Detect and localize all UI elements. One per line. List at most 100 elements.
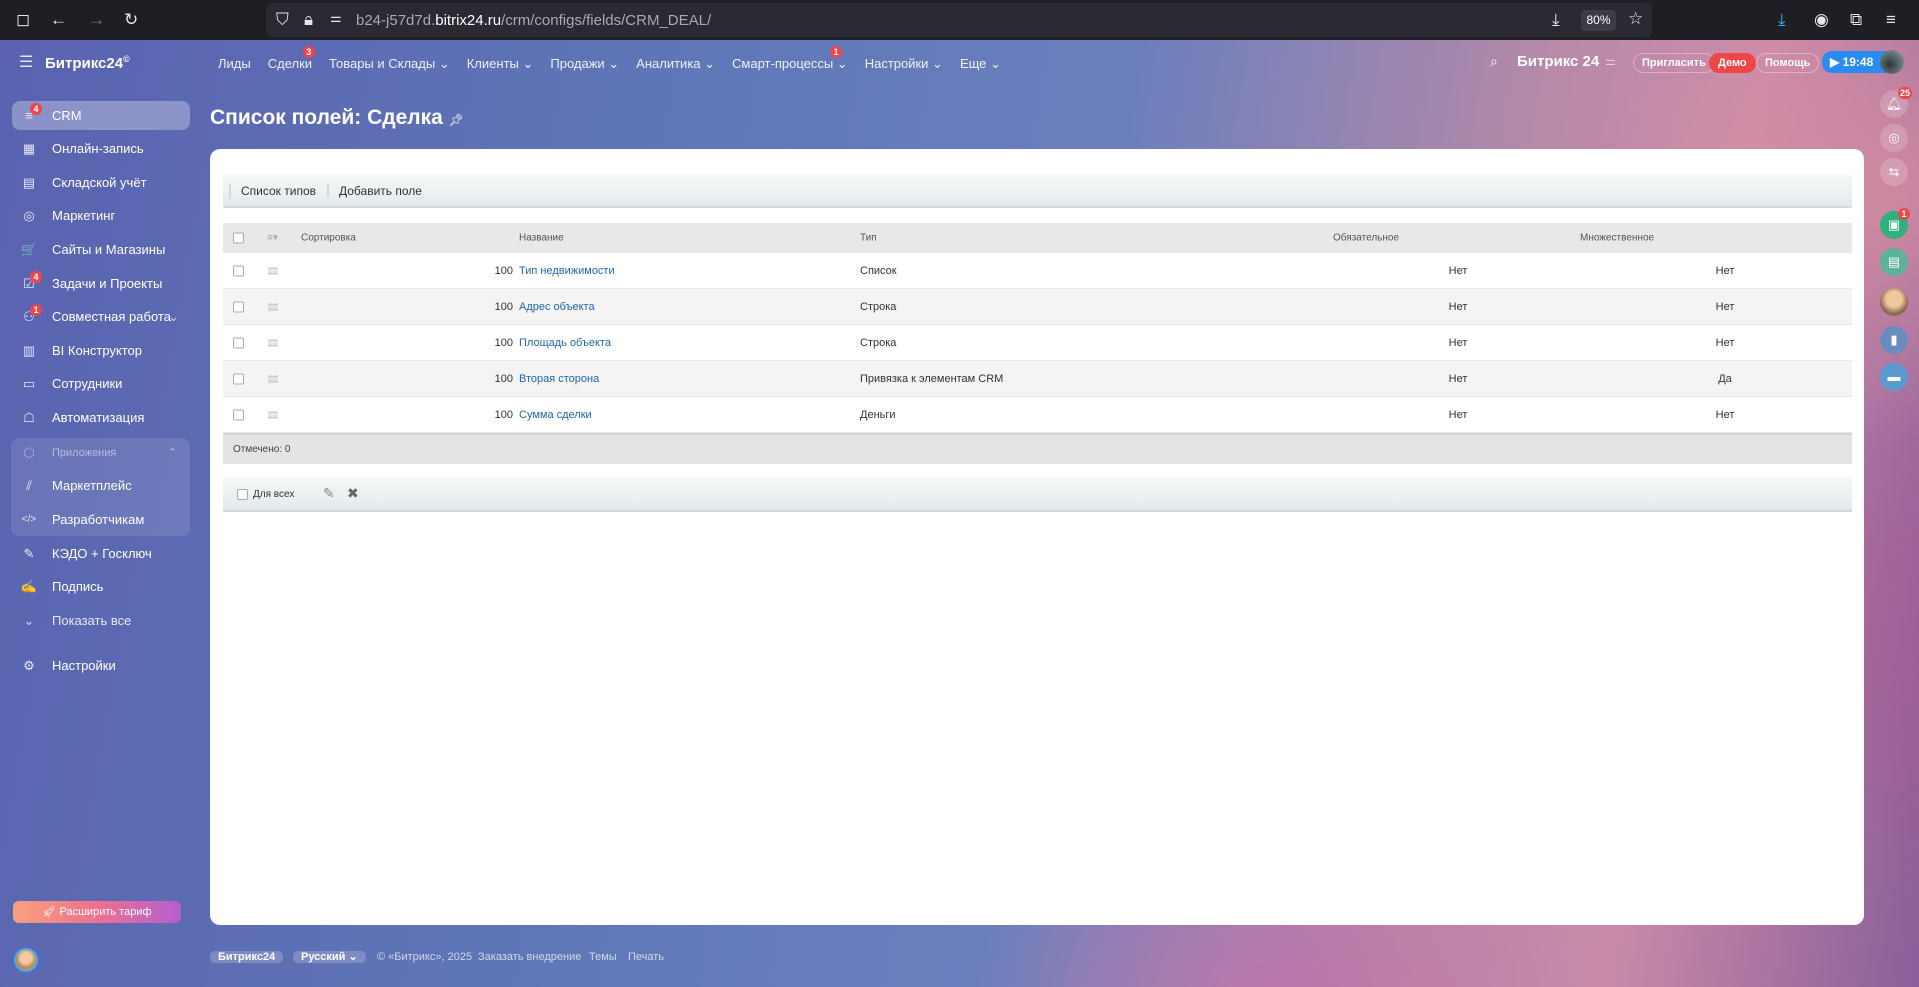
edit-pencil-icon[interactable]: ✎ <box>323 485 335 502</box>
field-name-link[interactable]: Вторая сторона <box>519 373 599 385</box>
sidebar-item-booking[interactable]: ▦ Онлайн-запись <box>12 134 190 163</box>
activity-icon[interactable]: ◎ <box>1880 124 1908 152</box>
chat-switch-icon[interactable]: ⇆ <box>1880 158 1908 186</box>
order-implementation-link[interactable]: Заказать внедрение <box>478 945 581 969</box>
table-row[interactable]: 100 Тип недвижимости Список Нет Нет <box>223 253 1852 289</box>
column-settings-icon[interactable]: ≡▾ <box>267 233 278 244</box>
row-checkbox[interactable] <box>233 301 244 312</box>
drag-handle-icon[interactable] <box>268 267 278 274</box>
sidebar-item-sites[interactable]: 🛒 Сайты и Магазины <box>12 235 190 264</box>
tabs-icon[interactable]: ◻ <box>16 10 30 30</box>
language-select[interactable]: Русский ⌄ <box>293 945 366 969</box>
nav-smart-processes[interactable]: Смарт-процессы ⌄ 1 <box>732 46 848 72</box>
settings-sliders-icon[interactable]: ⚌ <box>1605 54 1616 68</box>
nav-leads[interactable]: Лиды <box>218 56 251 72</box>
news-icon[interactable]: ▤ <box>1880 248 1908 276</box>
help-button[interactable]: Помощь <box>1756 53 1820 73</box>
sidebar-item-sign[interactable]: ✍ Подпись <box>12 572 190 601</box>
downloads-icon[interactable]: ⤓ <box>1778 10 1786 30</box>
row-checkbox[interactable] <box>233 265 244 276</box>
apps-group-header[interactable]: ⬡ Приложения ⌃ <box>12 438 190 467</box>
extensions-icon[interactable]: ⧉ <box>1850 10 1862 30</box>
drag-handle-icon[interactable] <box>268 339 278 346</box>
nav-analytics[interactable]: Аналитика ⌄ <box>636 56 715 72</box>
sidebar-show-all[interactable]: ⌄ Показать все <box>12 606 190 635</box>
logo[interactable]: Битрикс24© <box>45 54 130 72</box>
sidebar-item-collab[interactable]: ⚇ Совместная работа 1 ⌄ <box>12 302 190 331</box>
search-icon[interactable]: ⌕ <box>1490 53 1498 70</box>
field-name-link[interactable]: Адрес объекта <box>519 301 595 313</box>
sidebar-item-crm[interactable]: ≡ CRM 4 <box>12 101 190 130</box>
pin-icon[interactable]: 📌︎ <box>449 113 464 127</box>
sort-value: 100 <box>494 372 513 385</box>
demo-button[interactable]: Демо <box>1709 53 1756 73</box>
field-name-link[interactable]: Площадь объекта <box>519 337 611 349</box>
table-row[interactable]: 100 Площадь объекта Строка Нет Нет <box>223 325 1852 361</box>
sidebar-item-marketing[interactable]: ◎ Маркетинг <box>12 201 190 230</box>
row-checkbox[interactable] <box>233 409 244 420</box>
header-name[interactable]: Название <box>519 233 564 244</box>
profile-avatar[interactable] <box>14 948 38 972</box>
themes-link[interactable]: Темы <box>589 945 617 969</box>
contacts-icon[interactable]: ▣ 1 <box>1880 208 1910 239</box>
header-required[interactable]: Обязательное <box>1333 233 1399 244</box>
add-field-button[interactable]: Добавить поле <box>327 184 422 198</box>
fields-table: ≡▾ Сортировка Название Тип Обязательное … <box>223 223 1852 464</box>
forward-icon[interactable]: → <box>88 10 105 30</box>
table-row[interactable]: 100 Вторая сторона Привязка к элементам … <box>223 361 1852 397</box>
save-page-icon[interactable]: ⤓ <box>1552 10 1560 30</box>
messages-icon[interactable]: ▬ <box>1880 363 1908 391</box>
user-avatar[interactable] <box>1880 50 1904 74</box>
zoom-level[interactable]: 80% <box>1581 10 1616 31</box>
table-row[interactable]: 100 Сумма сделки Деньги Нет Нет <box>223 397 1852 433</box>
upgrade-plan-button[interactable]: 🚀︎ Расширить тариф <box>13 901 181 923</box>
nav-more[interactable]: Еще ⌄ <box>960 56 1001 72</box>
nav-sales[interactable]: Продажи ⌄ <box>550 56 619 72</box>
sidebar-item-automation[interactable]: ☖ Автоматизация <box>12 403 190 432</box>
delete-icon[interactable]: ✖ <box>347 485 359 502</box>
types-list-button[interactable]: Список типов <box>229 184 316 198</box>
sidebar-item-developers[interactable]: </> Разработчикам <box>12 505 190 534</box>
bookmark-star-icon[interactable]: ☆ <box>1628 9 1643 29</box>
nav-settings[interactable]: Настройки ⌄ <box>865 56 943 72</box>
field-name-link[interactable]: Сумма сделки <box>519 409 592 421</box>
drag-handle-icon[interactable] <box>268 375 278 382</box>
drag-handle-icon[interactable] <box>268 411 278 418</box>
for-all-checkbox[interactable] <box>237 489 248 500</box>
bookmark-icon[interactable]: ▮ <box>1880 326 1908 354</box>
reload-icon[interactable]: ↻ <box>124 10 138 30</box>
header-sort[interactable]: Сортировка <box>301 233 356 244</box>
back-icon[interactable]: ← <box>50 10 67 30</box>
user-chat-avatar[interactable] <box>1880 288 1908 316</box>
drag-handle-icon[interactable] <box>268 303 278 310</box>
permissions-icon[interactable]: ⚌ <box>330 10 342 26</box>
row-checkbox[interactable] <box>233 337 244 348</box>
select-all-checkbox[interactable] <box>233 232 244 244</box>
header-type[interactable]: Тип <box>860 233 877 244</box>
nav-deals[interactable]: Сделки 3 <box>268 46 315 72</box>
sidebar-item-bi[interactable]: ▥ BI Конструктор <box>12 336 190 365</box>
required-value: Нет <box>1448 336 1468 349</box>
notifications-icon[interactable]: 🔔︎ 25 <box>1880 87 1913 118</box>
field-name-link[interactable]: Тип недвижимости <box>519 265 615 277</box>
sidebar-item-employees[interactable]: ▭ Сотрудники <box>12 369 190 398</box>
print-link[interactable]: Печать <box>628 945 664 969</box>
address-bar[interactable]: ⛉ 🔒︎ ⚌ b24-j57d7d.bitrix24.ru/crm/config… <box>266 3 1652 37</box>
footer-brand-button[interactable]: Битрикс24 <box>210 945 284 969</box>
nav-goods[interactable]: Товары и Склады ⌄ <box>329 56 450 72</box>
sidebar-item-settings[interactable]: ⚙ Настройки <box>12 651 190 680</box>
sidebar-item-inventory[interactable]: ▤ Складской учёт <box>12 168 190 197</box>
sidebar-item-kedo[interactable]: ✎ КЭДО + Госключ <box>12 539 190 568</box>
nav-clients[interactable]: Клиенты ⌄ <box>467 56 534 72</box>
menu-icon[interactable]: ≡ <box>1886 10 1896 30</box>
sidebar-item-marketplace[interactable]: ⫽ Маркетплейс <box>12 471 190 500</box>
contacts-badge: 1 <box>1898 208 1910 220</box>
invite-button[interactable]: Пригласить <box>1633 53 1715 73</box>
menu-burger-icon[interactable]: ☰ <box>19 52 33 72</box>
table-row[interactable]: 100 Адрес объекта Строка Нет Нет <box>223 289 1852 325</box>
row-checkbox[interactable] <box>233 373 244 384</box>
account-icon[interactable]: ◉ <box>1814 10 1829 30</box>
sidebar-item-tasks[interactable]: ☑ Задачи и Проекты 4 <box>12 269 190 298</box>
calendar-icon: ▦ <box>22 140 36 156</box>
header-multiple[interactable]: Множественное <box>1580 233 1654 244</box>
